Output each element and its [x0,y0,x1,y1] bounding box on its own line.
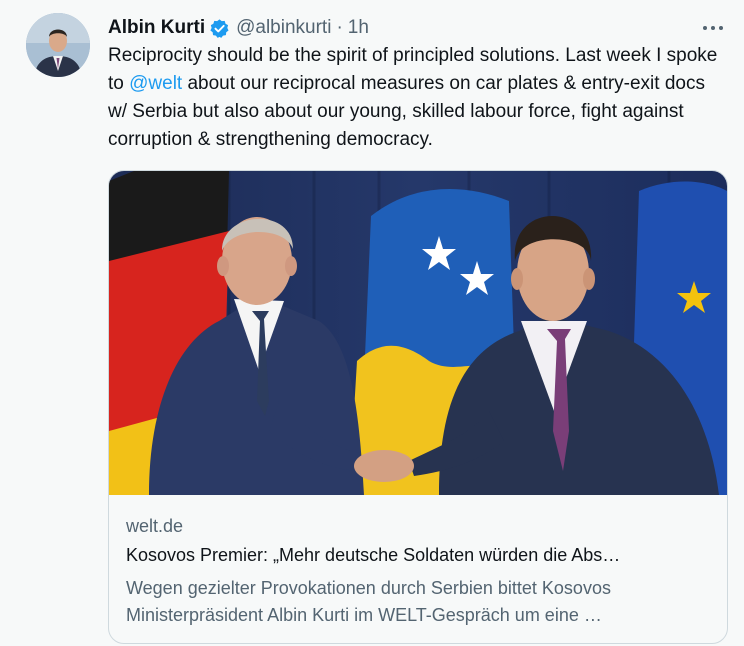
mention-link[interactable]: @welt [129,73,182,94]
tweet[interactable]: Albin Kurti @albinkurti · 1h Reciprocity… [0,0,744,646]
card-description: Wegen gezielter Provokationen durch Serb… [126,578,611,625]
author-name[interactable]: Albin Kurti [108,17,205,39]
card-photo [109,171,727,495]
link-preview-card[interactable]: welt.de Kosovos Premier: „Mehr deutsche … [108,170,728,644]
more-options-icon[interactable] [698,18,728,38]
card-title: Kosovos Premier: „Mehr deutsche Soldaten… [126,545,621,565]
tweet-timestamp[interactable]: 1h [348,17,369,39]
tweet-text-part-2: about our reciprocal measures on car pla… [108,73,705,150]
verified-badge-icon [209,18,230,39]
card-domain: welt.de [126,516,184,536]
tweet-header: Albin Kurti @albinkurti · 1h [108,16,369,40]
avatar-photo [26,13,90,77]
author-handle[interactable]: @albinkurti [236,17,331,39]
avatar[interactable] [26,13,90,77]
tweet-text: Reciprocity should be the spirit of prin… [108,42,728,154]
separator-dot: · [336,17,343,38]
